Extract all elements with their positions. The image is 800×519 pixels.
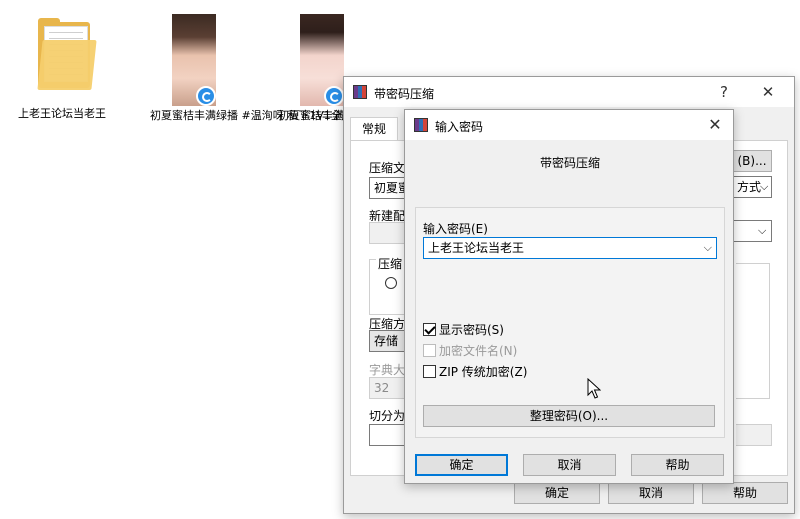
checkbox-label: ZIP 传统加密(Z)	[439, 365, 528, 379]
desktop-icon-video-1[interactable]: 初夏蜜桔丰满绿播 #温洵呀 私下1V1全脸揉巨乳道具自慰高潮...	[144, 14, 462, 122]
winrar-app-icon	[353, 85, 367, 99]
desktop-icon-label: 上老王论坛当老王	[18, 107, 106, 120]
ok-button[interactable]: 确定	[415, 454, 508, 476]
media-badge-icon	[324, 86, 344, 106]
tab-label: 常规	[361, 122, 386, 136]
folder-icon	[32, 18, 97, 92]
dialog-heading: 带密码压缩	[539, 156, 600, 170]
checkbox-box	[423, 344, 436, 357]
media-badge-icon	[196, 86, 216, 106]
help-icon[interactable]: ?	[710, 81, 738, 103]
encrypt-filenames-checkbox: 加密文件名(N)	[423, 342, 517, 359]
close-icon[interactable]: ✕	[701, 114, 729, 136]
video-thumbnail-icon	[172, 14, 216, 106]
help-button[interactable]: 帮助	[631, 454, 724, 476]
chevron-down-icon: ⌵	[758, 224, 767, 237]
archive-name-label: 压缩文	[369, 161, 406, 175]
video-thumbnail-icon	[300, 14, 344, 106]
format-radio[interactable]	[385, 277, 397, 289]
chevron-down-icon: ⌵	[760, 180, 769, 193]
checkbox-box[interactable]	[423, 365, 436, 378]
desktop-icon-folder[interactable]: 上老王论坛当老王	[14, 18, 114, 120]
ok-button[interactable]: 确定	[514, 482, 600, 504]
dialog-titlebar: 输入密码 ✕	[405, 110, 733, 140]
dialog-title: 带密码压缩	[374, 87, 435, 101]
split-input[interactable]	[369, 424, 409, 446]
password-input[interactable]: 上老王论坛当老王 ⌵	[423, 237, 717, 259]
method-select[interactable]: 存储	[369, 330, 409, 352]
close-icon[interactable]: ✕	[754, 81, 782, 103]
winrar-app-icon	[414, 118, 428, 132]
password-dialog: 输入密码 ✕ 带密码压缩 输入密码(E) 上老王论坛当老王 ⌵ 显示密码(S) …	[404, 109, 734, 484]
browse-button[interactable]: (B)...	[732, 150, 772, 172]
split-select-right	[736, 424, 772, 446]
tab-general[interactable]: 常规	[350, 117, 398, 141]
dialog-titlebar: 带密码压缩 ? ✕	[344, 77, 794, 107]
mouse-cursor-icon	[587, 378, 601, 399]
zip-legacy-checkbox[interactable]: ZIP 传统加密(Z)	[423, 363, 527, 380]
options-group	[736, 263, 770, 399]
format-label: 压缩	[376, 255, 405, 272]
archive-name-input[interactable]: 初夏蜜	[369, 177, 409, 199]
checkbox-label: 显示密码(S)	[439, 323, 504, 337]
help-button[interactable]: 帮助	[702, 482, 788, 504]
password-value: 上老王论坛当老王	[428, 241, 525, 255]
checkbox-label: 加密文件名(N)	[439, 344, 518, 358]
cancel-button[interactable]: 取消	[608, 482, 694, 504]
dialog-title: 输入密码	[435, 120, 484, 134]
update-mode-value: 方式	[737, 180, 762, 194]
profile-select[interactable]	[369, 222, 409, 244]
dictionary-label: 字典大	[369, 363, 406, 377]
cancel-button[interactable]: 取消	[523, 454, 616, 476]
chevron-down-icon[interactable]: ⌵	[704, 238, 712, 258]
show-password-checkbox[interactable]: 显示密码(S)	[423, 321, 504, 338]
password-label: 输入密码(E)	[423, 222, 488, 236]
checkbox-box[interactable]	[423, 323, 436, 336]
split-label: 切分为	[369, 409, 406, 423]
dictionary-select: 32	[369, 377, 409, 399]
organize-passwords-button[interactable]: 整理密码(O)...	[423, 405, 715, 427]
